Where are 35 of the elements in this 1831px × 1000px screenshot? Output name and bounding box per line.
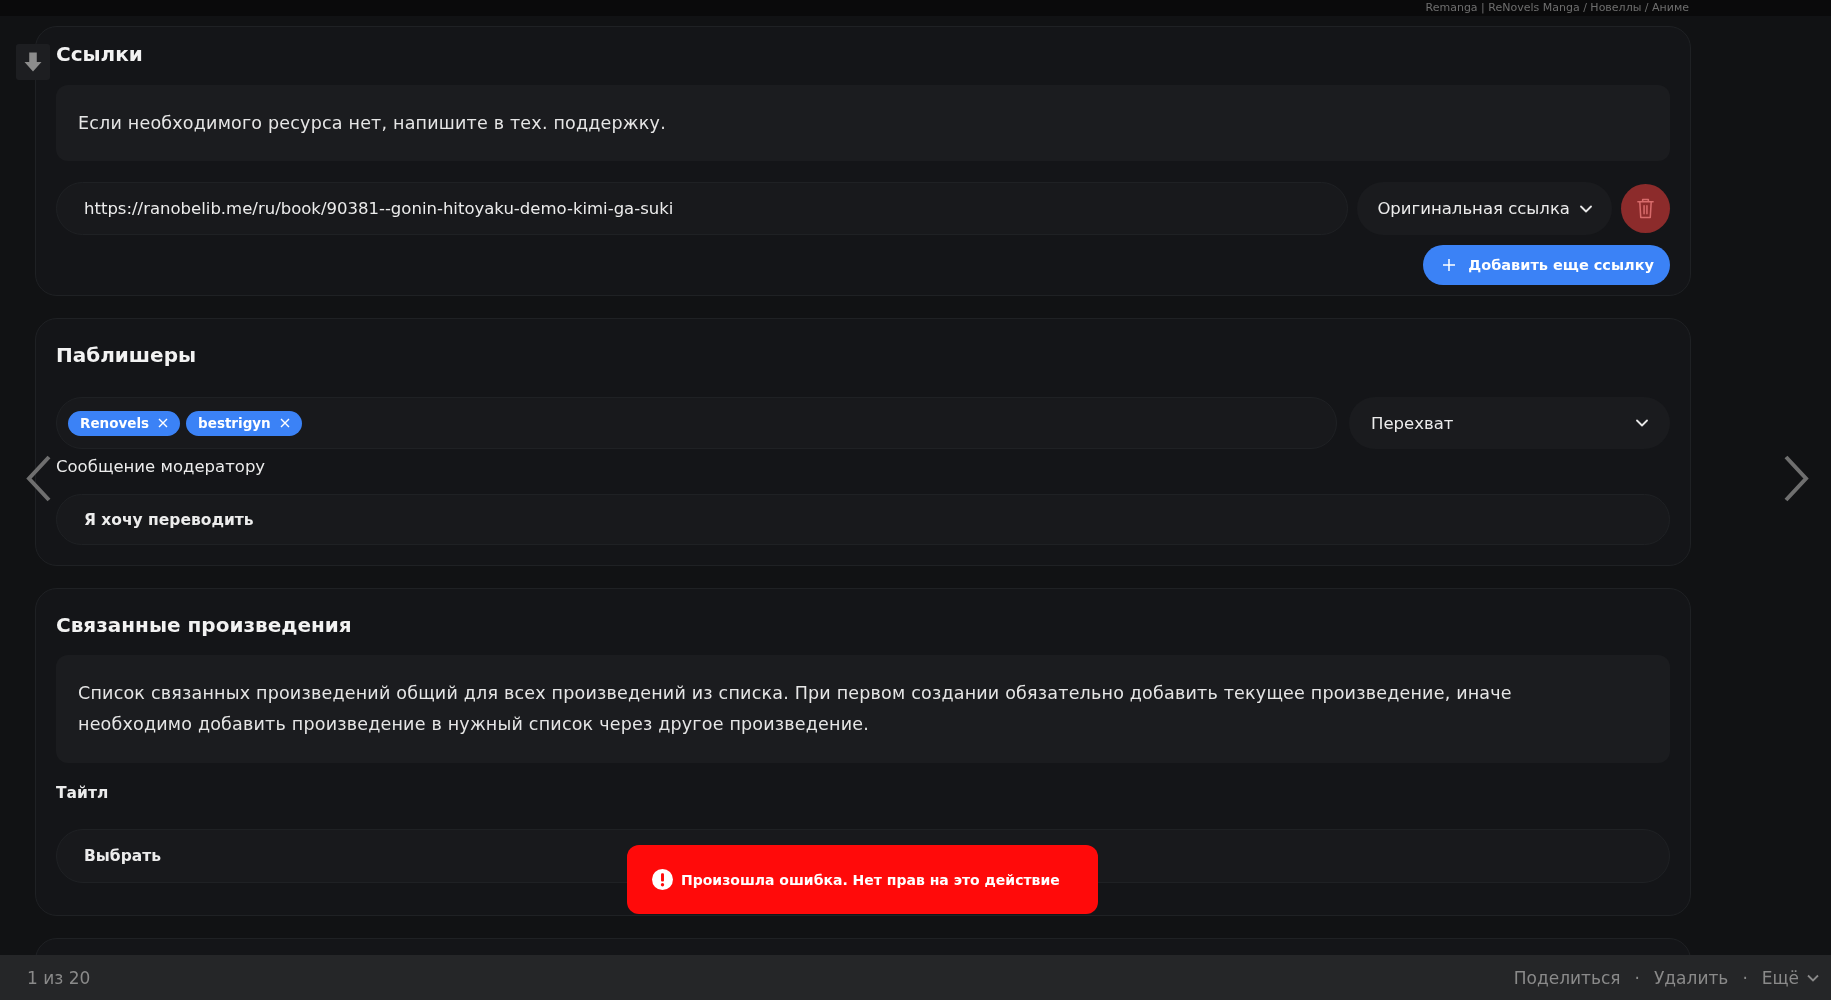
info-notice: Если необходимого ресурса нет, напишите в тех. поддержку. (56, 85, 1670, 161)
page-counter: 1 из 20 (27, 967, 91, 988)
section-title: Связанные произведения (56, 612, 352, 638)
action-link[interactable]: Удалить (1654, 967, 1729, 988)
section-title: Паблишеры (56, 342, 197, 368)
chevron-down-icon (1636, 419, 1648, 427)
info-notice: Список связанных произведений общий для всех произведений из списка. При первом создании обязательно добавить текущее произведение, иначе необходимо добавить произведение в нужный список через другое произведение. (56, 655, 1670, 763)
add-link-button[interactable]: Добавить еще ссылку (1423, 245, 1670, 285)
section-title: Ссылки (56, 41, 143, 67)
field-label: Сообщение модератору (56, 457, 266, 477)
publishers-field[interactable]: Renovels bestrigyn (56, 397, 1337, 449)
dot-separator: · (1634, 967, 1640, 988)
publisher-tag[interactable]: bestrigyn (186, 410, 302, 436)
page-title: Remanga | ReNovels Manga / Новеллы / Аниме (1425, 1, 1689, 15)
close-icon[interactable] (279, 418, 290, 428)
chevron-down-icon (1807, 973, 1819, 982)
close-icon[interactable] (158, 418, 169, 428)
action-link[interactable]: Поделиться (1513, 967, 1621, 988)
dot-separator: · (1742, 967, 1748, 988)
chevron-left-icon[interactable] (26, 455, 52, 502)
toast-message: Произошла ошибка. Нет прав на это действие (681, 871, 1060, 888)
more-menu[interactable]: Ещё (1761, 967, 1819, 988)
download-icon[interactable] (16, 43, 50, 81)
plus-icon (1443, 259, 1456, 271)
trash-icon (1636, 198, 1655, 219)
message-field[interactable]: Я хочу переводить (56, 494, 1670, 545)
publisher-tag[interactable]: Renovels (68, 410, 181, 436)
link-type-dropdown[interactable]: Оригинальная ссылка (1357, 182, 1612, 235)
url-field[interactable]: https://ranobelib.me/ru/book/90381--gonin-hitoyaku-demo-kimi-ga-suki (56, 182, 1349, 235)
chevron-down-icon (1580, 204, 1592, 213)
field-label: Тайтл (56, 783, 109, 803)
alert-icon (652, 869, 673, 890)
delete-button[interactable] (1621, 184, 1670, 233)
publish-mode-dropdown[interactable]: Перехват (1349, 397, 1670, 449)
chevron-right-icon[interactable] (1783, 455, 1809, 502)
